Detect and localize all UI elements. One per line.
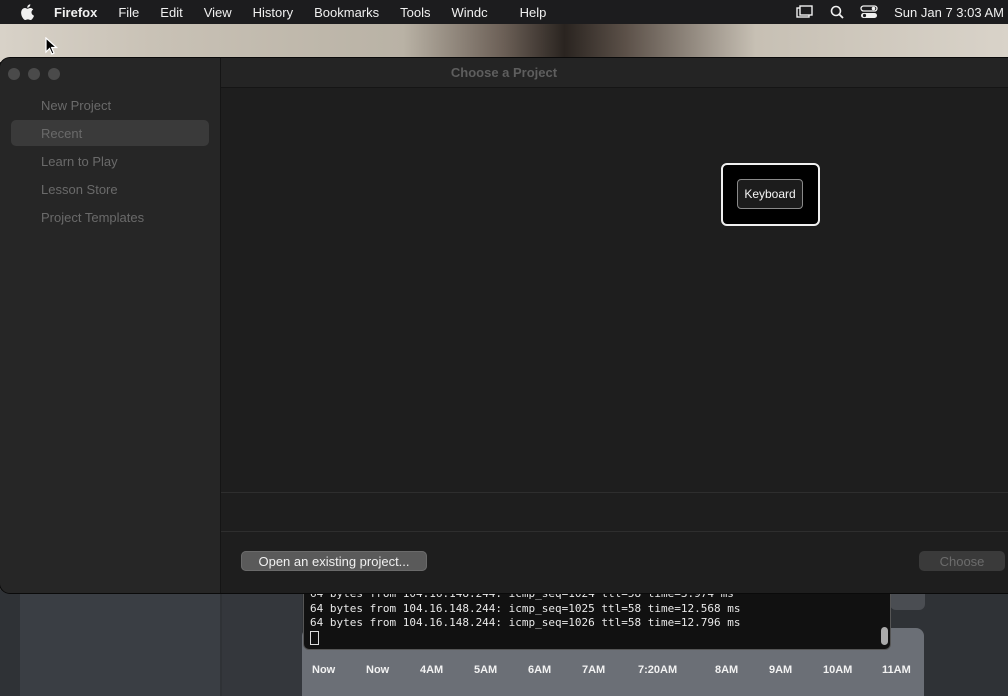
menu-view[interactable]: View (204, 5, 232, 20)
menu-bookmarks[interactable]: Bookmarks (314, 5, 379, 20)
sidebar-item-project-templates[interactable]: Project Templates (41, 210, 144, 225)
terminal-line: 64 bytes from 104.16.148.244: icmp_seq=1… (310, 616, 741, 629)
focus-highlight: Keyboard (721, 163, 820, 226)
menu-help[interactable]: Help (520, 5, 547, 20)
weather-hour: 9AM (769, 664, 793, 676)
menu-history[interactable]: History (253, 5, 293, 20)
terminal-window[interactable]: 64 bytes from 104.16.148.244: icmp_seq=1… (303, 587, 891, 650)
sidebar-item-lesson-store[interactable]: Lesson Store (41, 182, 118, 197)
weather-hour: 11AM (882, 664, 911, 676)
menu-edit[interactable]: Edit (160, 5, 182, 20)
terminal-scrollbar[interactable] (881, 627, 888, 645)
weather-hour: Now (312, 664, 336, 676)
weather-hour: 8AM (715, 664, 739, 676)
apple-logo-icon[interactable] (20, 4, 34, 20)
divider (221, 531, 1008, 532)
keyboard-button[interactable]: Keyboard (737, 179, 803, 209)
mouse-pointer-icon (45, 37, 58, 55)
window-title: Choose a Project (450, 65, 558, 80)
background-panel (222, 592, 302, 696)
open-existing-project-button[interactable]: Open an existing project... (241, 551, 427, 571)
weather-hour: Now (366, 664, 390, 676)
weather-hour: 5AM (474, 664, 498, 676)
sidebar: New Project Recent Learn to Play Lesson … (0, 58, 221, 593)
sidebar-item-learn-to-play[interactable]: Learn to Play (41, 154, 118, 169)
screen-mirroring-icon[interactable] (796, 5, 814, 19)
search-icon[interactable] (830, 5, 844, 19)
background-panel (890, 592, 925, 610)
terminal-cursor (310, 631, 319, 645)
weather-hour: 7:20AM (638, 664, 678, 676)
menu-bar: Firefox File Edit View History Bookmarks… (0, 0, 1008, 24)
sidebar-item-recent[interactable]: Recent (41, 126, 82, 141)
window-titlebar: Choose a Project (221, 58, 1008, 88)
background-panel (20, 592, 220, 696)
divider (221, 492, 1008, 493)
menu-tools[interactable]: Tools (400, 5, 430, 20)
weather-hour: 10AM (823, 664, 853, 676)
weather-hour: 6AM (528, 664, 552, 676)
menu-clock[interactable]: Sun Jan 7 3:03 AM (894, 5, 1004, 20)
choose-project-window: New Project Recent Learn to Play Lesson … (0, 58, 1008, 593)
sidebar-item-new-project[interactable]: New Project (41, 98, 111, 113)
choose-button[interactable]: Choose (919, 551, 1005, 571)
control-center-icon[interactable] (860, 5, 878, 19)
terminal-line: 64 bytes from 104.16.148.244: icmp_seq=1… (310, 602, 741, 615)
menu-file[interactable]: File (118, 5, 139, 20)
main-content: Choose a Project Keyboard Open an existi… (221, 58, 1008, 593)
menu-window[interactable]: Windc (452, 5, 488, 20)
desktop-wallpaper (0, 22, 1008, 62)
weather-hour: 7AM (582, 664, 606, 676)
menu-app-firefox[interactable]: Firefox (54, 5, 97, 20)
weather-hour: 4AM (420, 664, 444, 676)
